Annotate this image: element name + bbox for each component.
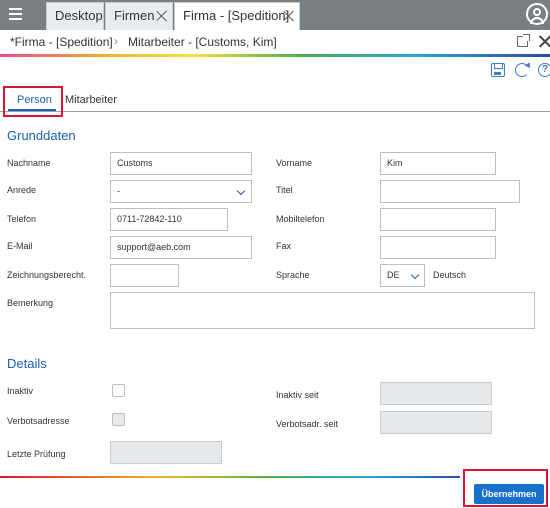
tab-firma-spedition[interactable]: Firma - [Spedition] <box>174 2 300 30</box>
chevron-down-icon <box>236 186 246 196</box>
fax-field[interactable] <box>380 236 496 259</box>
verbotsadr-seit-field <box>380 411 492 434</box>
email-label: E-Mail <box>7 241 33 251</box>
breadcrumb-parent[interactable]: *Firma - [Spedition] <box>10 35 113 49</box>
tab-mitarbeiter[interactable]: Mitarbeiter <box>65 94 117 106</box>
verbotsadresse-checkbox <box>112 413 125 426</box>
open-external-icon[interactable] <box>517 34 530 47</box>
sprache-code: DE <box>387 270 400 280</box>
inaktiv-label: Inaktiv <box>7 386 34 396</box>
telefon-label: Telefon <box>7 214 37 224</box>
nachname-field[interactable]: Customs <box>110 152 252 175</box>
tab-label: Firma - [Spedition] <box>183 8 290 23</box>
footer-divider <box>0 476 460 478</box>
telefon-field[interactable]: 0711-72842-110 <box>110 208 228 231</box>
inaktiv-seit-field <box>380 382 492 405</box>
nachname-label: Nachname <box>7 158 51 168</box>
anrede-select[interactable]: - <box>110 180 252 203</box>
apply-button[interactable]: Übernehmen <box>474 484 544 504</box>
inaktiv-checkbox[interactable] <box>112 384 125 397</box>
tab-desktop[interactable]: Desktop <box>46 2 104 30</box>
save-icon[interactable] <box>491 63 505 77</box>
sprache-name: Deutsch <box>433 270 467 280</box>
mobiltelefon-label: Mobiltelefon <box>276 214 325 224</box>
zeichnungsberecht-label: Zeichnungsberecht. <box>7 270 87 280</box>
section-title-details: Details <box>7 356 47 371</box>
chevron-right-icon: › <box>114 34 118 48</box>
close-icon[interactable] <box>155 9 168 22</box>
vorname-label: Vorname <box>276 158 313 168</box>
bemerkung-textarea[interactable] <box>110 292 535 329</box>
titel-field[interactable] <box>380 180 520 203</box>
tab-label: Desktop <box>55 8 103 23</box>
verbotsadr-seit-label: Verbotsadr. seit <box>276 419 339 429</box>
top-tab-bar: Desktop Firmen Firma - [Spedition] <box>0 0 550 30</box>
breadcrumb-current: Mitarbeiter - [Customs, Kim] <box>128 35 277 49</box>
mobiltelefon-field[interactable] <box>380 208 496 231</box>
sprache-select[interactable]: DE <box>380 264 425 287</box>
titel-label: Titel <box>276 185 293 195</box>
vorname-field[interactable]: Kim <box>380 152 496 175</box>
refresh-icon[interactable] <box>515 63 529 77</box>
help-icon[interactable]: ? <box>538 63 550 77</box>
letzte-pruefung-label: Letzte Prüfung <box>7 449 66 459</box>
close-icon[interactable] <box>538 35 550 48</box>
fax-label: Fax <box>276 241 292 251</box>
bemerkung-label: Bemerkung <box>7 298 54 308</box>
close-icon[interactable] <box>282 9 295 22</box>
anrede-label: Anrede <box>7 185 37 195</box>
letzte-pruefung-field <box>110 441 222 464</box>
highlight-box-person-tab <box>3 86 63 117</box>
chevron-down-icon <box>410 270 420 280</box>
rainbow-divider <box>0 54 550 57</box>
inaktiv-seit-label: Inaktiv seit <box>276 390 319 400</box>
app-window: Desktop Firmen Firma - [Spedition] *Firm… <box>0 0 550 508</box>
tab-label: Firmen <box>114 8 155 23</box>
tab-firmen[interactable]: Firmen <box>105 2 173 30</box>
zeichnungsberecht-field[interactable] <box>110 264 179 287</box>
user-account-icon[interactable] <box>526 3 548 25</box>
email-field[interactable]: support@aeb.com <box>110 236 252 259</box>
hamburger-menu-icon[interactable] <box>4 3 28 25</box>
anrede-value: - <box>117 186 120 196</box>
section-title-grunddaten: Grunddaten <box>7 128 76 143</box>
inner-tab-bar: Person Mitarbeiter <box>0 88 550 112</box>
sprache-label: Sprache <box>276 270 310 280</box>
breadcrumb: *Firma - [Spedition] › Mitarbeiter - [Cu… <box>0 30 550 54</box>
verbotsadresse-label: Verbotsadresse <box>7 416 70 426</box>
